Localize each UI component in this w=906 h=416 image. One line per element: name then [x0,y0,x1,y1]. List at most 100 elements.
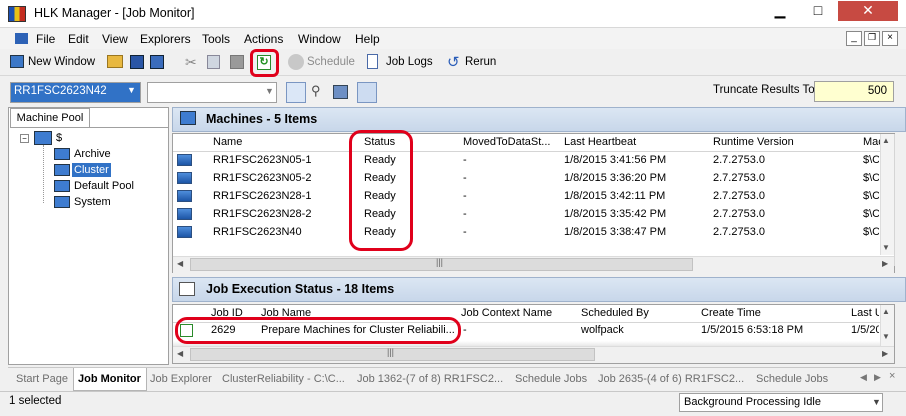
machine-name-cell[interactable]: RR1FSC2623N28-1 [213,190,353,202]
mdi-close-icon[interactable]: × [882,31,898,46]
truncate-input[interactable]: 500 [814,81,894,102]
grid-view-icon[interactable] [333,85,348,99]
tab-close-icon[interactable]: × [889,370,895,382]
machine-heartbeat-cell: 1/8/2015 3:41:56 PM [564,154,667,166]
machine-name-cell[interactable]: RR1FSC2623N05-2 [213,172,353,184]
tab-schedule-jobs-2[interactable]: Schedule Jobs [756,373,828,385]
copy-icon[interactable] [207,55,220,69]
pool-combo[interactable] [147,82,277,103]
tree-item-system[interactable]: System [74,196,111,208]
hlk-app-icon [8,6,26,22]
tree-item-default-pool[interactable]: Default Pool [74,180,134,192]
tab-scroll-left-icon[interactable]: ◀ [860,372,867,383]
minimize-icon[interactable]: ▁ [762,1,798,21]
scroll-down-icon[interactable]: ▼ [882,243,890,252]
mdi-window-icon [15,33,28,44]
schedule-icon [288,54,304,70]
tab-cluster-reliability[interactable]: ClusterReliability - C:\C... [222,373,353,385]
menu-window[interactable]: Window [298,32,341,46]
refresh-icon[interactable]: ↻ [257,55,271,70]
tab-start-page[interactable]: Start Page [16,373,68,385]
menu-explorers[interactable]: Explorers [140,32,191,46]
machine-combo-value: RR1FSC2623N42 [14,85,107,97]
collapse-icon[interactable]: − [20,134,29,143]
save-all-icon[interactable] [150,55,164,69]
tab-schedule-jobs[interactable]: Schedule Jobs [515,373,587,385]
tree-view-icon[interactable] [286,82,306,103]
close-icon[interactable]: ✕ [838,1,898,21]
column-scheduled-by[interactable]: Scheduled By [581,307,691,319]
menu-file[interactable]: File [36,32,55,46]
menu-actions[interactable]: Actions [244,32,283,46]
machine-name-cell[interactable]: RR1FSC2623N28-2 [213,208,353,220]
machine-icon [177,208,192,220]
open-folder-icon[interactable] [107,55,123,68]
menu-bar [0,28,906,49]
scroll-right-icon[interactable]: ▶ [882,349,888,358]
pool-folder-icon [54,164,70,176]
menu-edit[interactable]: Edit [68,32,89,46]
machine-machine-cell: $\Clust [863,226,879,238]
tab-job-2635[interactable]: Job 2635-(4 of 6) RR1FSC2... [598,373,751,385]
machine-machine-cell: $\Clust [863,154,879,166]
tree-item-cluster[interactable]: Cluster [72,163,111,177]
menu-tools[interactable]: Tools [202,32,230,46]
column-create-time[interactable]: Create Time [701,307,841,319]
machine-icon [177,154,192,166]
machine-view-icon[interactable] [357,82,377,103]
paste-icon[interactable] [230,55,244,69]
tab-scroll-right-icon[interactable]: ▶ [874,372,881,383]
column-runtime[interactable]: Runtime Version [713,136,853,148]
tab-job-monitor[interactable]: Job Monitor [78,373,141,385]
machine-combo[interactable]: RR1FSC2623N42 [10,82,141,103]
background-processing-status[interactable]: Background Processing Idle [679,393,883,412]
scroll-right-icon[interactable]: ▶ [882,259,888,268]
chevron-down-icon[interactable]: ▼ [265,86,274,96]
machine-name-cell[interactable]: RR1FSC2623N40 [213,226,353,238]
machines-vscroll[interactable] [880,134,894,255]
selection-count: 1 selected [9,395,62,407]
machine-runtime-cell: 2.7.2753.0 [713,154,765,166]
tab-job-1362[interactable]: Job 1362-(7 of 8) RR1FSC2... [357,373,510,385]
tree-root-label[interactable]: $ [56,132,62,144]
schedule-button[interactable]: Schedule [307,56,355,68]
job-logs-icon [367,54,378,69]
tree-item-archive[interactable]: Archive [74,148,111,160]
menu-view[interactable]: View [102,32,128,46]
scroll-left-icon[interactable]: ◀ [177,349,183,358]
machines-icon [180,111,196,125]
pool-folder-icon [54,148,70,160]
scroll-up-icon[interactable]: ▲ [882,136,890,145]
save-icon[interactable] [130,55,144,69]
maximize-icon[interactable]: □ [800,1,836,21]
new-window-button[interactable]: New Window [28,56,95,68]
rerun-button[interactable]: Rerun [465,56,496,68]
column-moved[interactable]: MovedToDataSt... [463,136,555,148]
column-heartbeat[interactable]: Last Heartbeat [564,136,704,148]
machine-icon [177,172,192,184]
tab-divider [11,127,168,128]
chevron-down-icon[interactable]: ▼ [872,397,881,407]
column-job-context[interactable]: Job Context Name [461,307,571,319]
tab-machine-pool[interactable]: Machine Pool [10,108,90,128]
machine-pool-panel [8,107,169,365]
scroll-down-icon[interactable]: ▼ [882,332,890,341]
machine-name-cell[interactable]: RR1FSC2623N05-1 [213,154,353,166]
menu-help[interactable]: Help [355,32,380,46]
mdi-restore-icon[interactable]: ❐ [864,31,880,46]
machine-machine-cell: $\Clust [863,190,879,202]
tab-job-explorer[interactable]: Job Explorer [150,373,212,385]
grip-icon: ||| [436,257,444,267]
mdi-minimize-icon[interactable]: _ [846,31,862,46]
job-logs-button[interactable]: Job Logs [386,56,433,68]
chevron-down-icon[interactable]: ▼ [127,85,136,95]
filter-icon[interactable]: ⚲ [311,83,321,99]
machine-heartbeat-cell: 1/8/2015 3:35:42 PM [564,208,667,220]
column-last-update[interactable]: Last U [851,307,879,319]
cut-icon[interactable]: ✂ [185,54,197,71]
grip-icon: ||| [387,347,395,357]
column-name[interactable]: Name [213,136,353,148]
scroll-left-icon[interactable]: ◀ [177,259,183,268]
machine-runtime-cell: 2.7.2753.0 [713,208,765,220]
scroll-up-icon[interactable]: ▲ [882,307,890,316]
